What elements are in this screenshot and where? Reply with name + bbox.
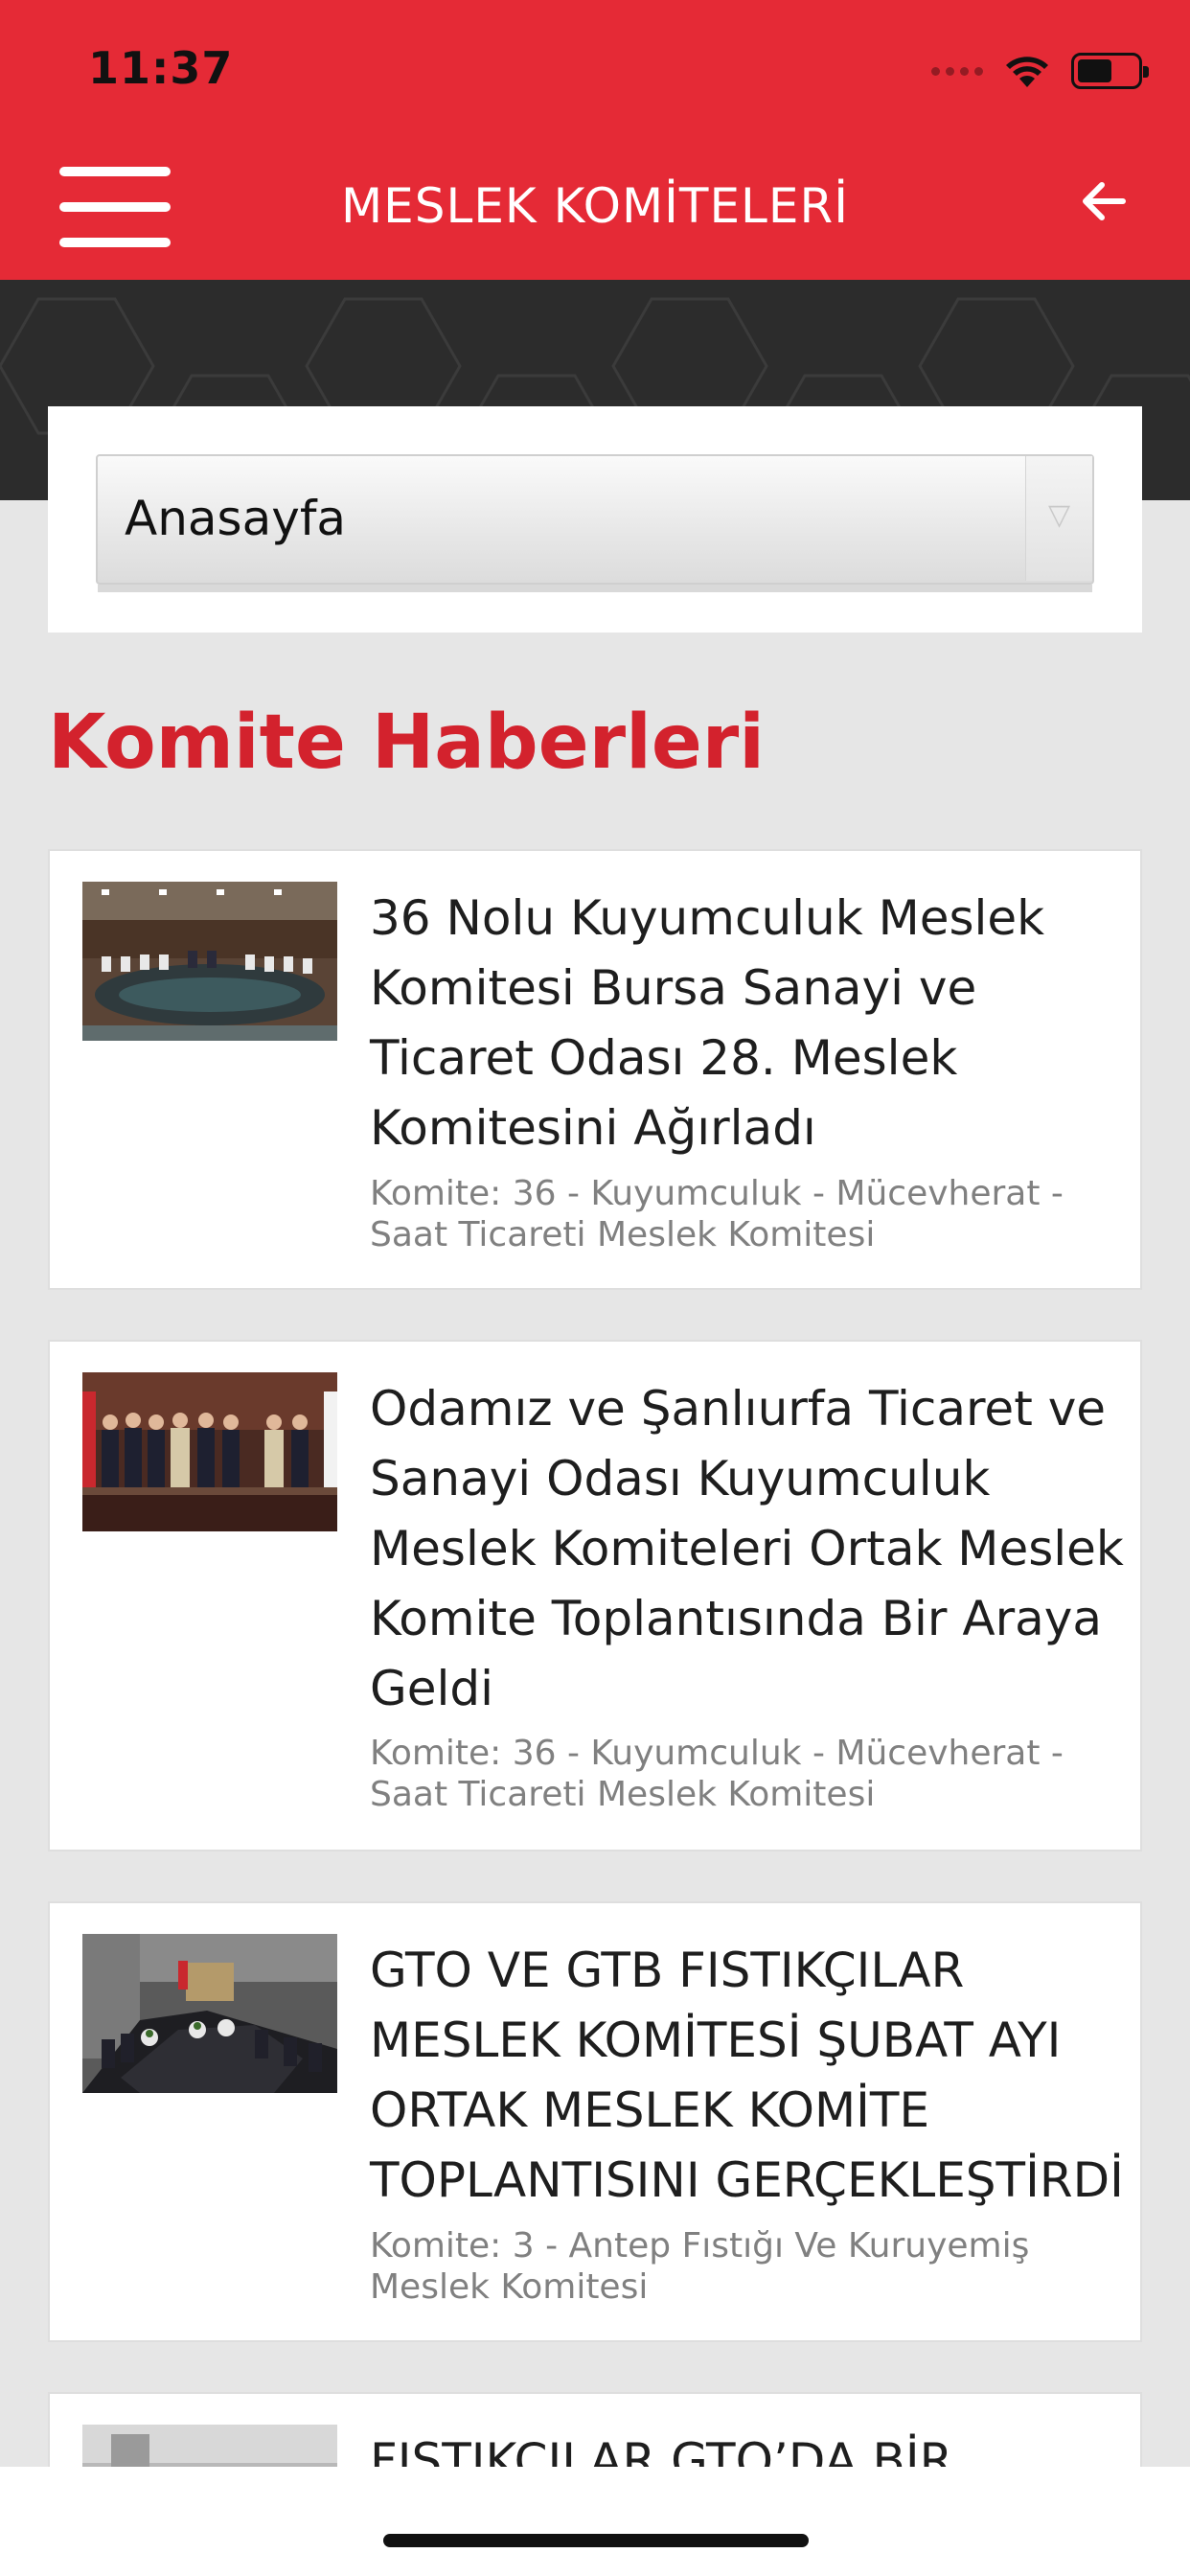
news-thumbnail[interactable] bbox=[82, 1934, 337, 2093]
news-title[interactable]: 36 Nolu Kuyumculuk Meslek Komitesi Bursa… bbox=[370, 884, 1127, 1163]
category-select-value: Anasayfa bbox=[125, 491, 347, 546]
category-select[interactable]: Anasayfa ▽ bbox=[96, 454, 1094, 592]
app-header: 11:37 MESLEK KOMİTELERİ bbox=[0, 0, 1190, 280]
status-time: 11:37 bbox=[88, 42, 234, 94]
news-thumbnail[interactable] bbox=[82, 882, 337, 1041]
news-title[interactable]: GTO VE GTB FISTIKÇILAR MESLEK KOMİTESİ Ş… bbox=[370, 1936, 1127, 2216]
news-title[interactable]: Odamız ve Şanlıurfa Ticaret ve Sanayi Od… bbox=[370, 1374, 1127, 1724]
home-indicator-area bbox=[0, 2467, 1190, 2576]
section-title: Komite Haberleri bbox=[48, 700, 765, 786]
home-indicator[interactable] bbox=[383, 2534, 809, 2547]
cellular-signal-icon bbox=[931, 66, 983, 76]
news-committee: Komite: 36 - Kuyumculuk - Mücevherat - S… bbox=[370, 1174, 1064, 1254]
news-thumbnail[interactable] bbox=[82, 1372, 337, 1531]
battery-icon bbox=[1071, 53, 1149, 89]
news-card[interactable]: Odamız ve Şanlıurfa Ticaret ve Sanayi Od… bbox=[48, 1340, 1142, 1852]
news-committee: Komite: 3 - Antep Fıstığı Ve Kuruyemiş M… bbox=[370, 2226, 1030, 2307]
select-underline bbox=[98, 585, 1092, 592]
status-icons bbox=[931, 52, 1149, 90]
page-title: MESLEK KOMİTELERİ bbox=[341, 178, 849, 234]
news-card[interactable]: GTO VE GTB FISTIKÇILAR MESLEK KOMİTESİ Ş… bbox=[48, 1901, 1142, 2342]
wifi-icon bbox=[1006, 57, 1048, 87]
back-arrow-icon[interactable] bbox=[1075, 172, 1133, 230]
news-card[interactable]: 36 Nolu Kuyumculuk Meslek Komitesi Bursa… bbox=[48, 849, 1142, 1290]
filter-card: Anasayfa ▽ bbox=[48, 406, 1142, 632]
news-committee: Komite: 36 - Kuyumculuk - Mücevherat - S… bbox=[370, 1734, 1064, 1814]
chevron-down-icon[interactable]: ▽ bbox=[1025, 456, 1092, 581]
